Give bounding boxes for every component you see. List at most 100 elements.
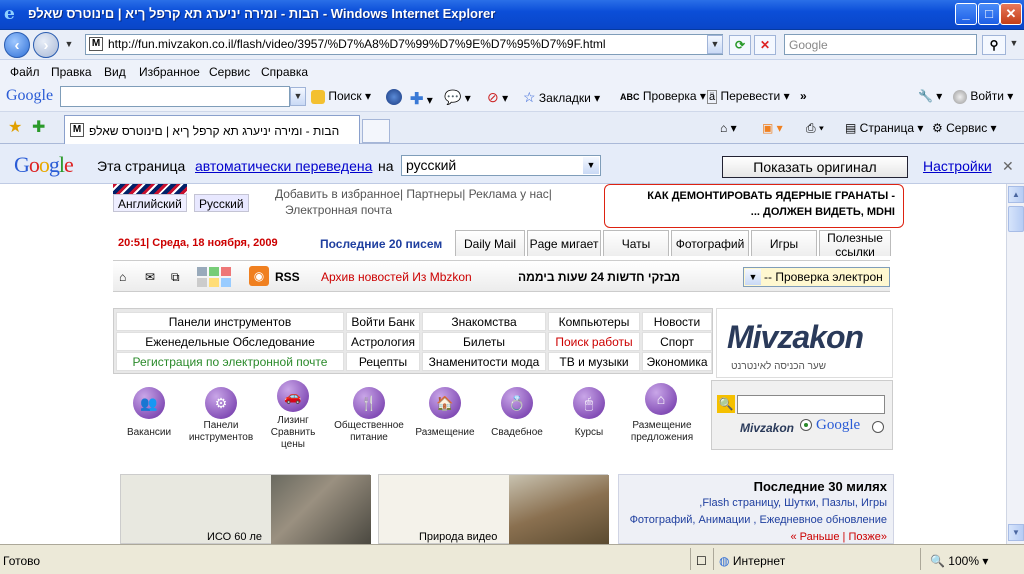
story1-caption[interactable]: ИСО 60 ле	[207, 531, 262, 543]
close-button[interactable]: ✕	[1000, 3, 1022, 25]
signin-button[interactable]: Войти ▾	[953, 89, 1013, 104]
nav-bank-login[interactable]: Войти Банк	[346, 312, 420, 331]
google-toolbar-logo[interactable]: Google	[6, 87, 53, 105]
bookmarks-button[interactable]: ☆ Закладки ▾	[523, 89, 600, 106]
search-magnifier-icon[interactable]: 🔍	[717, 395, 735, 413]
headline-box[interactable]: КАК ДЕМОНТИРОВАТЬ ЯДЕРНЫЕ ГРАНАТЫ - ... …	[604, 184, 904, 228]
nav-news[interactable]: Новости	[642, 312, 712, 331]
wedding-icon[interactable]: 💍	[501, 387, 533, 419]
last30-links-2[interactable]: Фотографий, Анимации , Ежедневное обновл…	[630, 514, 887, 526]
later-link[interactable]: Позже»	[848, 531, 887, 543]
top-links[interactable]: Добавить в избранное| Партнеры| Реклама …	[275, 186, 552, 218]
tab-daily-mail[interactable]: Daily Mail	[455, 230, 525, 256]
translate-button[interactable]: ä Перевести ▾	[707, 89, 790, 104]
search-go-icon[interactable]: ⚲	[982, 35, 1006, 55]
lang-russian-button[interactable]: Русский	[194, 194, 249, 212]
google-toolbar-dropdown-icon[interactable]: ▼	[290, 87, 306, 106]
maximize-button[interactable]: □	[978, 3, 1000, 25]
jobs-icon[interactable]: 👥	[133, 387, 165, 419]
home-small-icon[interactable]: ⌂	[119, 270, 126, 284]
toolbars-icon[interactable]: ⚙	[205, 387, 237, 419]
earlier-link[interactable]: « Раньше	[790, 531, 839, 543]
tab-chats[interactable]: Чаты	[603, 230, 669, 256]
chat-icon[interactable]: 💬 ▾	[444, 89, 471, 106]
food-label[interactable]: Общественное питание	[330, 420, 408, 444]
new-tab-button[interactable]	[362, 119, 390, 143]
stop-icon[interactable]: ✕	[754, 35, 776, 55]
google-search-button[interactable]: Поиск ▾	[311, 89, 371, 104]
add-favorites-icon[interactable]: ✚	[32, 117, 45, 137]
refresh-icon[interactable]: ⟳	[729, 35, 751, 55]
nav-tickets[interactable]: Билеты	[422, 332, 546, 351]
email-check-select[interactable]: ▼ -- Проверка электрон	[743, 267, 890, 287]
mivzakon-logo[interactable]: Mivzakon שער הכניסה לאינטרנט	[716, 308, 893, 378]
nav-job-search[interactable]: Поиск работы	[548, 332, 640, 351]
nav-computers[interactable]: Компьютеры	[548, 312, 640, 331]
google-toolbar-search-input[interactable]	[60, 86, 290, 107]
plus-icon[interactable]: ✚ ▾	[410, 89, 433, 109]
tab-games[interactable]: Игры	[751, 230, 817, 256]
nav-email-registration[interactable]: Регистрация по электронной почте	[116, 352, 344, 371]
food-icon[interactable]: 🍴	[353, 387, 385, 419]
globe-icon[interactable]	[386, 89, 402, 105]
courses-label[interactable]: Курсы	[560, 427, 618, 439]
scroll-down-icon[interactable]: ▼	[1008, 524, 1024, 541]
menu-favorites[interactable]: Избранное	[139, 65, 200, 79]
last-20-letters-link[interactable]: Последние 20 писем	[320, 237, 442, 251]
nav-astrology[interactable]: Астрология	[346, 332, 420, 351]
back-button[interactable]: ‹	[4, 32, 30, 58]
spellcheck-button[interactable]: ABC Проверка ▾	[620, 89, 706, 103]
language-select[interactable]: русский ▼	[401, 155, 601, 176]
news-archive-link[interactable]: Архив новостей Из Mbzkon	[321, 270, 472, 284]
forward-button[interactable]: ›	[33, 32, 59, 58]
lodging-icon[interactable]: 🏠	[429, 387, 461, 419]
nav-dating[interactable]: Знакомства	[422, 312, 546, 331]
menu-edit[interactable]: Правка	[51, 65, 92, 79]
site-search-input[interactable]	[737, 395, 885, 414]
translate-settings-link[interactable]: Настройки	[923, 158, 992, 174]
mail-icon[interactable]: ✉	[145, 270, 155, 284]
news-photo-2[interactable]: Природа видео	[378, 474, 609, 544]
sitemap-icon[interactable]: ⧉	[171, 270, 180, 285]
show-original-button[interactable]: Показать оригинал	[722, 156, 908, 178]
wrench-icon[interactable]: 🔧 ▾	[918, 89, 942, 103]
lodging-label[interactable]: Размещение	[410, 427, 480, 439]
courses-icon[interactable]: 🖱	[573, 387, 605, 419]
wedding-label[interactable]: Свадебное	[484, 427, 550, 439]
page-menu[interactable]: ▤ Страница ▾	[845, 121, 923, 135]
nav-toolbars[interactable]: Панели инструментов	[116, 312, 344, 331]
translate-close-icon[interactable]: ✕	[1002, 158, 1014, 175]
jobs-label[interactable]: Вакансии	[118, 427, 180, 439]
lang-english-button[interactable]: Английский	[113, 194, 187, 212]
address-dropdown-icon[interactable]: ▼	[707, 35, 723, 54]
radio-mivzakon[interactable]	[800, 419, 812, 431]
more-chevron-icon[interactable]: »	[800, 89, 807, 103]
rss-label[interactable]: RSS	[275, 270, 300, 284]
tab-page-flashing[interactable]: Page мигает	[527, 230, 601, 256]
nav-weekly-survey[interactable]: Еженедельные Обследование	[116, 332, 344, 351]
live-search-input[interactable]: Google	[784, 34, 977, 55]
radio-google[interactable]	[872, 421, 884, 433]
nav-sport[interactable]: Спорт	[642, 332, 712, 351]
translated-link[interactable]: автоматически переведена	[195, 158, 372, 174]
color-squares-icon[interactable]	[197, 265, 231, 287]
home-icon[interactable]: ⌂ ▾	[720, 121, 737, 135]
offers-label[interactable]: Размещение предложения	[622, 420, 702, 444]
address-input[interactable]: M http://fun.mivzakon.co.il/flash/video/…	[85, 34, 723, 55]
block-popup-icon[interactable]: ⊘ ▾	[487, 89, 508, 106]
scroll-thumb[interactable]	[1008, 206, 1024, 232]
news-photo-1[interactable]: ИСО 60 ле	[120, 474, 371, 544]
menu-view[interactable]: Вид	[104, 65, 126, 79]
search-option-google[interactable]: Google	[816, 417, 860, 434]
rss-icon[interactable]: ◉	[249, 266, 269, 286]
search-options-icon[interactable]: ▼	[1006, 35, 1022, 54]
print-icon[interactable]: ⎙ ▾	[806, 121, 824, 136]
tools-menu[interactable]: ⚙ Сервис ▾	[932, 121, 997, 135]
menu-file[interactable]: Файл	[10, 65, 40, 79]
toolbars-label[interactable]: Панели инструментов	[183, 420, 259, 444]
minimize-button[interactable]: _	[955, 3, 977, 25]
vertical-scrollbar[interactable]: ▲ ▼	[1006, 184, 1024, 544]
search-option-mivzakon[interactable]: Mivzakon	[740, 421, 794, 435]
history-dropdown-icon[interactable]: ▼	[61, 36, 77, 55]
menu-tools[interactable]: Сервис	[209, 65, 250, 79]
